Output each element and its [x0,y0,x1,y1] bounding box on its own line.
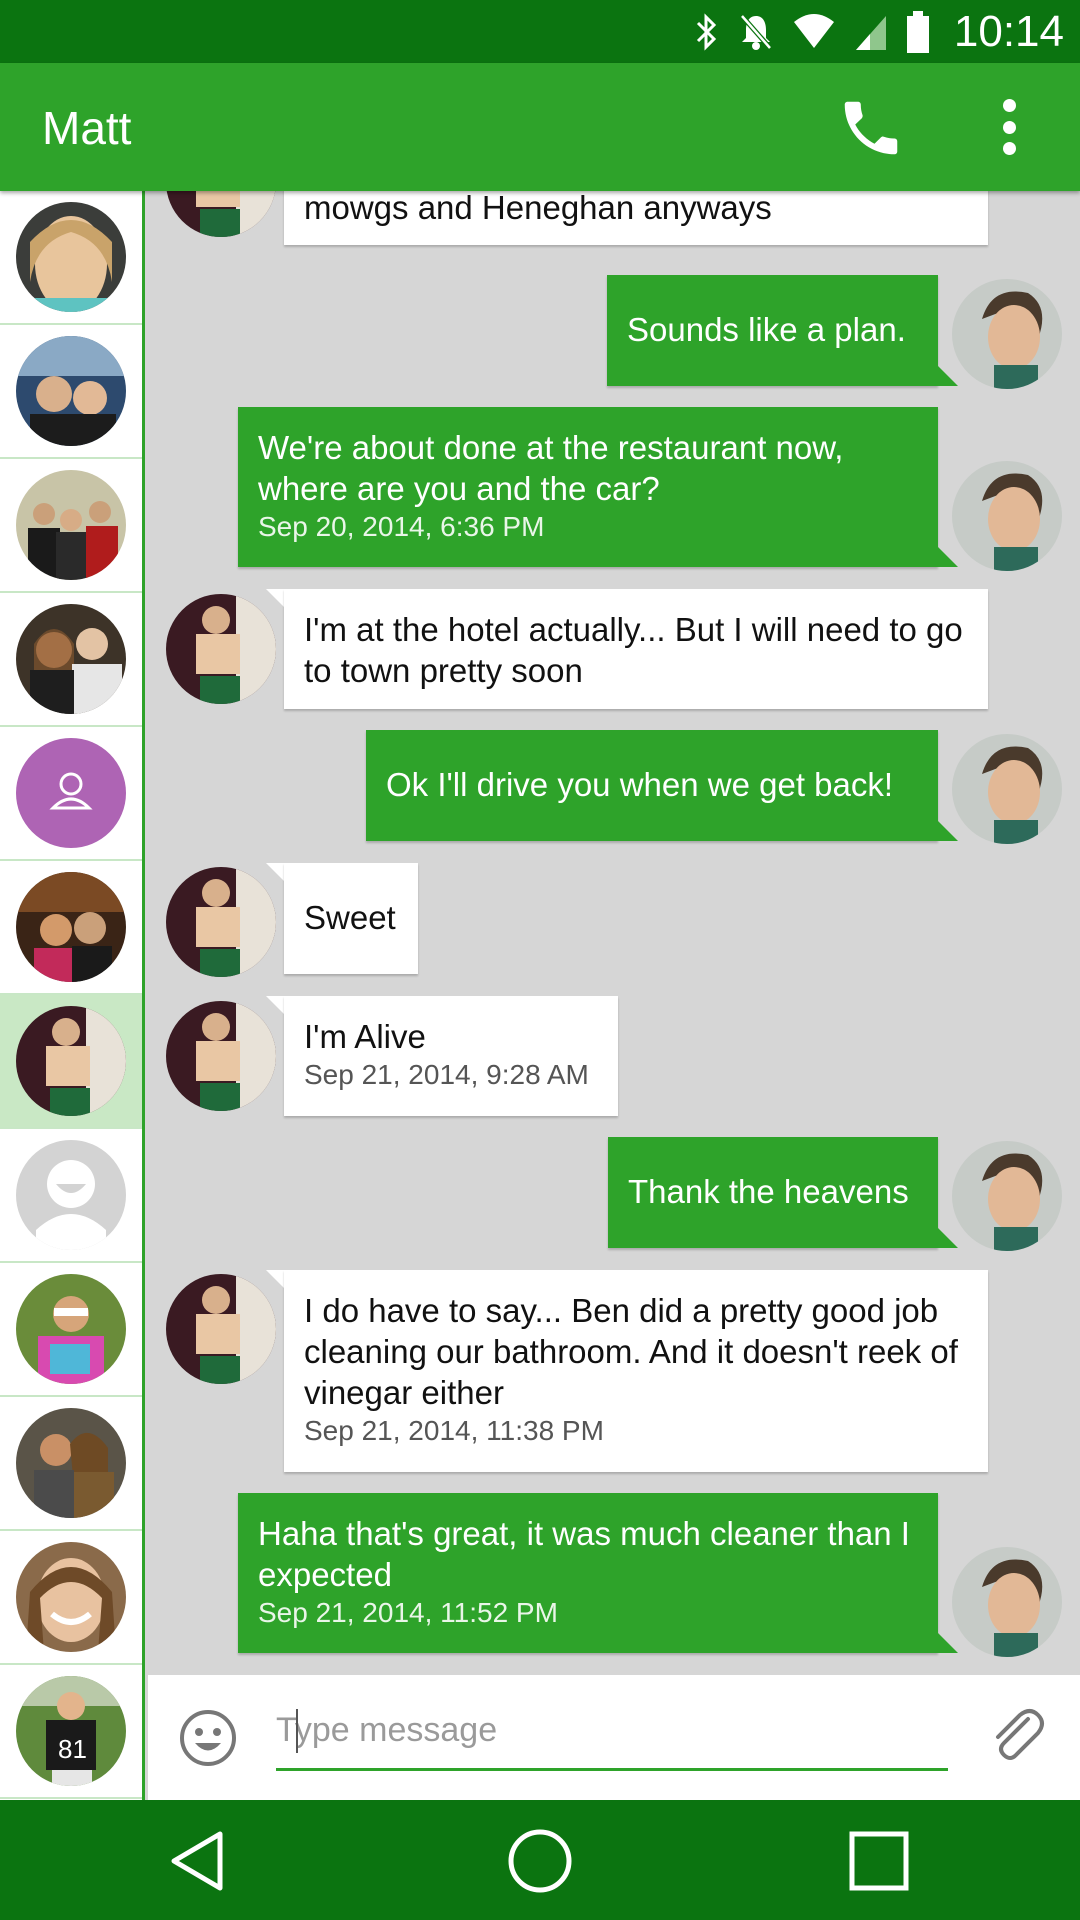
contact-item[interactable] [0,191,142,325]
contact-item[interactable]: 81 [0,1665,142,1799]
my-avatar [952,461,1062,571]
attach-icon[interactable] [984,1705,1048,1769]
avatar [16,1542,126,1652]
status-time: 10:14 [953,6,1064,56]
contact-item-selected[interactable] [0,995,142,1129]
bubble-tail [266,589,286,609]
phone-icon[interactable] [836,93,906,163]
more-vert-icon[interactable] [996,99,1022,155]
contact-item[interactable] [0,1531,142,1665]
status-bar: 10:14 [0,0,1080,63]
message-text: Sounds like a plan. [627,311,906,348]
avatar [16,1408,126,1518]
avatar [16,604,126,714]
svg-text:81: 81 [58,1734,87,1764]
bluetooth-icon [696,12,717,51]
message-text: I do have to say... Ben did a pretty goo… [304,1292,958,1411]
message-composer [148,1675,1080,1800]
contact-item[interactable] [0,1397,142,1531]
message-outgoing[interactable]: Thank the heavens [608,1137,938,1248]
bubble-tail [938,1228,958,1248]
contact-avatar [166,1274,276,1384]
my-avatar [952,1141,1062,1251]
contact-avatar [166,191,276,237]
signal-icon [855,15,886,50]
recents-icon[interactable] [844,1826,914,1896]
message-text: I'm at the hotel actually... But I will … [304,611,963,689]
message-incoming[interactable]: I'm Alive Sep 21, 2014, 9:28 AM [284,996,618,1116]
navigation-bar [0,1800,1080,1920]
message-outgoing[interactable]: Ok I'll drive you when we get back! [366,730,938,841]
message-text: Thank the heavens [628,1173,909,1210]
text-caret [296,1709,298,1753]
message-text: Sweet [304,899,396,936]
bubble-tail [938,821,958,841]
contact-item[interactable] [0,593,142,727]
bubble-tail [938,547,958,567]
bubble-tail [266,863,286,883]
back-icon[interactable] [162,1826,232,1896]
avatar [16,336,126,446]
contact-item[interactable] [0,459,142,593]
my-avatar [952,734,1062,844]
message-text: mowgs and Heneghan anyways [304,191,772,226]
avatar [16,202,126,312]
contact-avatar [166,594,276,704]
wifi-icon [793,13,834,48]
contact-item[interactable] [0,1263,142,1397]
avatar [16,1006,126,1116]
message-timestamp: Sep 21, 2014, 11:52 PM [258,1597,558,1628]
bubble-tail [266,1270,286,1290]
message-text: Haha that's great, it was much cleaner t… [258,1515,910,1593]
avatar [16,1274,126,1384]
message-thread: mowgs and Heneghan anyways Sounds like a… [148,191,1080,1675]
message-incoming[interactable]: mowgs and Heneghan anyways [284,191,988,245]
app-bar: Matt [0,63,1080,191]
contact-item[interactable] [0,325,142,459]
emoji-icon[interactable] [178,1708,238,1768]
contact-item[interactable] [0,727,142,861]
bubble-tail [938,366,958,386]
avatar: 81 [16,1676,126,1786]
input-underline [276,1768,948,1771]
message-input[interactable] [276,1695,936,1765]
contact-avatar [166,1001,276,1111]
message-incoming[interactable]: I'm at the hotel actually... But I will … [284,589,988,709]
avatar [16,470,126,580]
notifications-off-icon [740,13,772,50]
contact-avatar [166,867,276,977]
message-outgoing[interactable]: Haha that's great, it was much cleaner t… [238,1493,938,1653]
message-text: Ok I'll drive you when we get back! [386,766,894,803]
message-timestamp: Sep 20, 2014, 6:36 PM [258,511,545,542]
battery-icon [906,10,929,53]
home-icon[interactable] [505,1826,575,1896]
avatar-placeholder [16,1140,126,1250]
message-outgoing[interactable]: We're about done at the restaurant now, … [238,407,938,567]
message-text: I'm Alive [304,1018,426,1055]
message-outgoing[interactable]: Sounds like a plan. [607,275,938,386]
contacts-sidebar: 81 [0,191,145,1800]
contact-item[interactable] [0,1129,142,1263]
message-text: We're about done at the restaurant now, … [258,429,844,507]
my-avatar [952,1547,1062,1657]
bubble-tail [266,996,286,1016]
message-incoming[interactable]: I do have to say... Ben did a pretty goo… [284,1270,988,1472]
message-timestamp: Sep 21, 2014, 11:38 PM [304,1415,604,1446]
message-incoming[interactable]: Sweet [284,863,418,974]
avatar [16,872,126,982]
message-timestamp: Sep 21, 2014, 9:28 AM [304,1059,589,1090]
conversation-title: Matt [42,102,132,154]
avatar-placeholder [16,738,126,848]
contact-item[interactable] [0,861,142,995]
bubble-tail [938,1633,958,1653]
my-avatar [952,279,1062,389]
